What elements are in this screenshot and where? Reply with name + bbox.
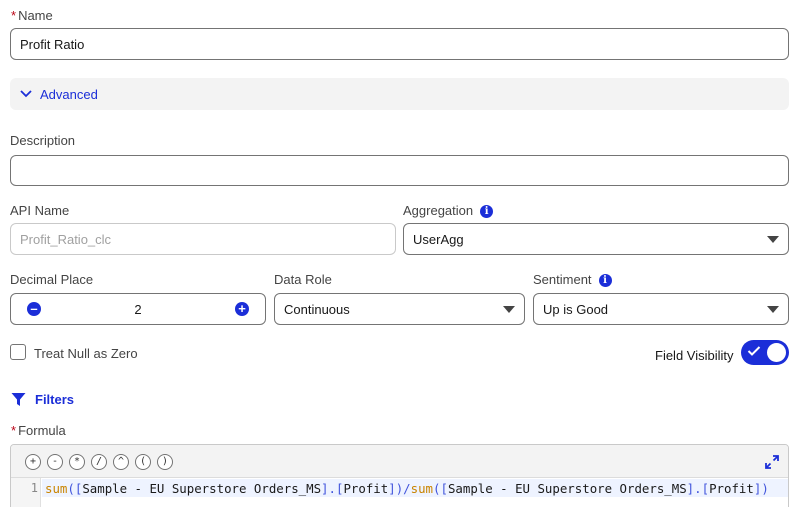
decimal-place-label: Decimal Place [10,272,94,287]
field-visibility-label: Field Visibility [655,348,734,363]
dropdown-caret-icon [767,306,779,313]
token-bracket: ) [761,481,769,496]
data-role-select[interactable]: Continuous [274,293,525,325]
token-dot: . [328,481,336,496]
advanced-section-toggle[interactable]: Advanced [10,78,789,110]
name-input-value: Profit Ratio [20,36,85,52]
token-bracket: ] [388,481,396,496]
advanced-label: Advanced [40,86,98,102]
sentiment-label-text: Sentiment [533,272,592,287]
token-field: Profit [343,481,389,496]
aggregation-value: UserAgg [413,231,464,247]
token-bracket: ( [67,481,75,496]
sentiment-value: Up is Good [543,301,609,317]
increment-button[interactable]: + [235,302,249,316]
line-number: 1 [30,481,38,495]
name-label: * Name [11,8,53,23]
filters-label: Filters [35,392,75,407]
operator-divide-button[interactable]: / [91,454,107,470]
token-function: sum [410,481,434,496]
token-dataset: Sample - EU Superstore Orders_MS [447,481,687,496]
operator-power-button[interactable]: ^ [113,454,129,470]
toggle-knob [767,343,786,362]
token-bracket: [ [701,481,710,496]
operator-close-paren-button[interactable]: ) [157,454,173,470]
treat-null-checkbox[interactable] [10,344,26,360]
dropdown-caret-icon [503,306,515,313]
name-label-text: Name [18,8,53,23]
aggregation-select[interactable]: UserAgg [403,223,789,255]
info-icon[interactable]: i [598,274,612,288]
expand-icon[interactable] [765,455,779,469]
formula-editor[interactable]: + - * / ^ ( ) 1 sum([Sample - EU Superst… [10,444,789,507]
info-icon[interactable]: i [480,205,494,219]
filters-link[interactable]: Filters [11,392,74,407]
decimal-place-stepper[interactable]: 2 [10,293,266,325]
description-label: Description [10,133,76,148]
aggregation-label-text: Aggregation [403,203,474,218]
dropdown-caret-icon [767,236,779,243]
data-role-label: Data Role [274,272,332,287]
token-bracket: ] [321,481,329,496]
api-name-input[interactable]: Profit_Ratio_clc [10,223,396,255]
token-dataset: Sample - EU Superstore Orders_MS [82,481,322,496]
formula-label-text: Formula [18,423,66,438]
token-bracket: [ [440,481,448,496]
formula-label: * Formula [11,423,66,438]
formula-toolbar: + - * / ^ ( ) [11,445,788,478]
data-role-value: Continuous [284,301,350,317]
aggregation-label: Aggregation i [403,203,494,219]
check-icon [747,346,761,356]
token-operator: / [403,481,411,496]
operator-multiply-button[interactable]: * [69,454,85,470]
api-name-label: API Name [10,203,70,218]
chevron-down-icon [20,90,32,98]
decrement-button[interactable]: – [27,302,41,316]
formula-code[interactable]: sum([Sample - EU Superstore Orders_MS].[… [45,481,769,496]
token-function: sum [45,481,68,496]
treat-null-label: Treat Null as Zero [34,346,138,361]
field-visibility-toggle[interactable] [741,340,789,365]
required-mark: * [11,8,17,23]
operator-minus-button[interactable]: - [47,454,63,470]
filter-icon [11,393,26,406]
token-field: Profit [709,481,754,496]
token-dot: . [694,481,702,496]
description-input[interactable] [10,155,789,186]
sentiment-select[interactable]: Up is Good [533,293,789,325]
operator-open-paren-button[interactable]: ( [135,454,151,470]
decimal-place-value: 2 [134,301,142,317]
operator-plus-button[interactable]: + [25,454,41,470]
sentiment-label: Sentiment i [533,272,612,288]
required-mark: * [11,423,17,438]
api-name-placeholder: Profit_Ratio_clc [20,231,112,247]
name-input[interactable]: Profit Ratio [10,28,789,60]
